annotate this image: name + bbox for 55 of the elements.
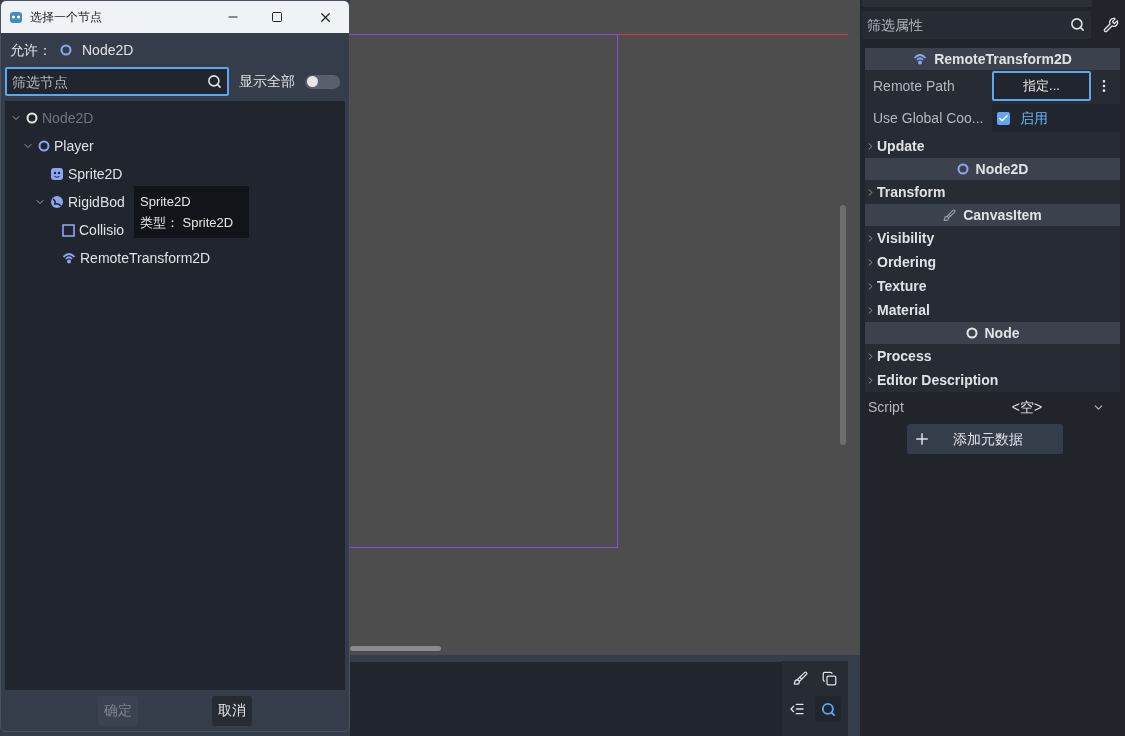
section-title: RemoteTransform2D xyxy=(934,49,1072,69)
property-group[interactable]: Transform xyxy=(865,180,1120,204)
copy-icon[interactable] xyxy=(822,671,837,686)
checkbox[interactable] xyxy=(997,111,1010,125)
vertical-scrollbar[interactable] xyxy=(840,205,846,445)
maximize-icon[interactable] xyxy=(271,11,283,23)
allow-label: 允许： xyxy=(10,40,53,60)
property-group[interactable]: Update xyxy=(865,134,1120,158)
filter-properties-field[interactable]: 筛选属性 xyxy=(862,11,1091,39)
show-all-toggle[interactable] xyxy=(305,74,340,89)
property-group[interactable]: Process xyxy=(865,344,1120,368)
plus-icon xyxy=(913,430,931,448)
globe-icon xyxy=(50,195,64,209)
dialog-button[interactable]: 取消 xyxy=(212,695,252,726)
horizontal-scrollbar[interactable] xyxy=(350,646,441,651)
search-icon xyxy=(1070,17,1085,32)
circle-icon xyxy=(965,327,978,339)
section-title: Node2D xyxy=(975,159,1029,179)
property-label: Script xyxy=(867,397,905,417)
tools-icon[interactable] xyxy=(1103,17,1119,33)
show-all-label: 显示全部 xyxy=(239,72,295,91)
section-title: CanvasItem xyxy=(963,205,1042,225)
circle-icon xyxy=(26,112,38,124)
property-group[interactable]: Texture xyxy=(865,274,1120,298)
brush-icon xyxy=(943,208,957,222)
search-button[interactable] xyxy=(815,696,841,722)
square-icon xyxy=(62,223,75,237)
script-dropdown[interactable]: Script <空> xyxy=(865,392,1120,422)
search-icon xyxy=(820,701,836,717)
property-group[interactable]: Visibility xyxy=(865,226,1120,250)
property-label: Remote Path xyxy=(872,76,956,96)
dropdown-value: <空> xyxy=(1010,397,1044,417)
checkbox-label: 启用 xyxy=(1020,108,1048,128)
circle-icon xyxy=(956,163,969,175)
section-title: Node xyxy=(984,323,1020,343)
circle-icon xyxy=(60,44,72,56)
tooltip-text: Sprite2D xyxy=(140,192,192,211)
window-title: 选择一个节点 xyxy=(30,9,103,26)
collapse-lines-icon[interactable] xyxy=(789,701,805,717)
assign-button[interactable]: 指定... xyxy=(992,71,1091,101)
search-icon xyxy=(207,74,222,89)
property-group[interactable]: Ordering xyxy=(865,250,1120,274)
tooltip-text: 类型： Sprite2D xyxy=(140,214,235,232)
signal-icon xyxy=(62,251,76,265)
property-label: Use Global Coo... xyxy=(872,108,985,128)
circle-icon xyxy=(38,140,50,152)
add-metadata-button[interactable]: 添加元数据 xyxy=(907,424,1063,454)
robot-logo-icon xyxy=(8,9,24,25)
filter-nodes-field[interactable]: 筛选节点 xyxy=(5,67,229,96)
property-group[interactable]: Material xyxy=(865,298,1120,322)
allowed-type: Node2D xyxy=(82,40,134,60)
signal-icon xyxy=(913,52,928,66)
clear-icon[interactable] xyxy=(793,671,808,686)
face-icon xyxy=(50,167,64,181)
property-group[interactable]: Editor Description xyxy=(865,368,1120,392)
